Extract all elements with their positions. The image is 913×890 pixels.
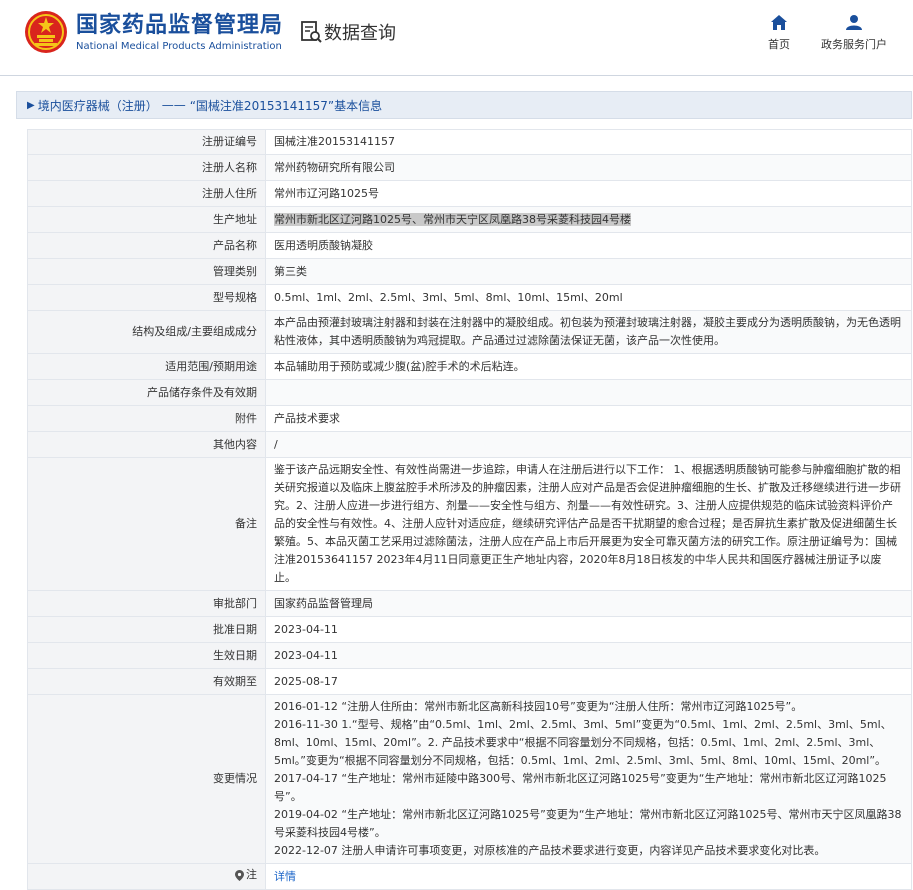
table-row: 附件 产品技术要求 [27, 405, 912, 432]
nav-service-portal[interactable]: 政务服务门户 [818, 15, 890, 52]
note-label-text: 注 [246, 868, 257, 882]
field-value [265, 379, 912, 406]
field-label: 适用范围/预期用途 [27, 353, 266, 380]
table-row: 注 详情 [27, 863, 912, 890]
title-separator: —— [161, 98, 186, 112]
field-label: 批准日期 [27, 616, 266, 643]
nav-home[interactable]: 首页 [764, 15, 794, 52]
field-value: 产品技术要求 [265, 405, 912, 432]
field-value: 本品辅助用于预防或减少腹(盆)腔手术的术后粘连。 [265, 353, 912, 380]
record-title-bar: ▶ 境内医疗器械（注册） —— “国械注准20153141157”基本信息 [16, 91, 912, 119]
field-label: 产品储存条件及有效期 [27, 379, 266, 406]
field-value: 详情 [265, 863, 912, 890]
table-row: 管理类别 第三类 [27, 258, 912, 285]
field-value: 本产品由预灌封玻璃注射器和封装在注射器中的凝胶组成。初包装为预灌封玻璃注射器，凝… [265, 310, 912, 354]
field-label: 管理类别 [27, 258, 266, 285]
nav-home-label: 首页 [768, 38, 790, 51]
change-entry: 2017-04-17 “生产地址：常州市延陵中路300号、常州市新北区辽河路10… [274, 772, 887, 803]
data-query-heading: 数据查询 [300, 19, 396, 45]
table-row: 产品储存条件及有效期 [27, 379, 912, 406]
field-value: 常州市辽河路1025号 [265, 180, 912, 207]
table-row: 有效期至 2025-08-17 [27, 668, 912, 695]
field-value: 鉴于该产品远期安全性、有效性尚需进一步追踪，申请人在注册后进行以下工作： 1、根… [265, 457, 912, 591]
field-value: 常州市新北区辽河路1025号、常州市天宁区凤凰路38号采菱科技园4号楼 [265, 206, 912, 233]
field-value: 第三类 [265, 258, 912, 285]
brand[interactable]: 国家药品监督管理局 National Medical Products Admi… [76, 12, 283, 52]
brand-chinese-name: 国家药品监督管理局 [76, 13, 284, 38]
field-value: 国械注准20153141157 [265, 129, 912, 155]
record-title: “国械注准20153141157”基本信息 [189, 98, 383, 113]
user-icon [846, 15, 862, 30]
table-row: 变更情况 2016-01-12 “注册人住所由：常州市新北区高新科技园10号”变… [27, 694, 912, 864]
field-label: 注册人名称 [27, 154, 266, 181]
data-query-label: 数据查询 [324, 23, 396, 44]
field-value: 2023-04-11 [265, 616, 912, 643]
note-label: 注 [235, 866, 257, 884]
field-label: 附件 [27, 405, 266, 432]
table-row: 注册人名称 常州药物研究所有限公司 [27, 154, 912, 181]
field-value: 国家药品监督管理局 [265, 590, 912, 617]
table-row: 生效日期 2023-04-11 [27, 642, 912, 669]
field-value: / [265, 431, 912, 458]
field-value: 2025-08-17 [265, 668, 912, 695]
field-label: 注 [27, 863, 266, 890]
field-value: 常州药物研究所有限公司 [265, 154, 912, 181]
chevron-right-icon: ▶ [27, 99, 35, 111]
pin-icon [235, 869, 244, 881]
table-row: 审批部门 国家药品监督管理局 [27, 590, 912, 617]
change-entry: 2019-04-02 “生产地址：常州市新北区辽河路1025号”变更为“生产地址… [274, 808, 902, 839]
table-row: 生产地址 常州市新北区辽河路1025号、常州市天宁区凤凰路38号采菱科技园4号楼 [27, 206, 912, 233]
change-history: 2016-01-12 “注册人住所由：常州市新北区高新科技园10号”变更为“注册… [265, 694, 912, 864]
table-row: 结构及组成/主要组成成分 本产品由预灌封玻璃注射器和封装在注射器中的凝胶组成。初… [27, 310, 912, 354]
field-label: 备注 [27, 457, 266, 591]
change-entry: 2022-12-07 注册人申请许可事项变更，对原核准的产品技术要求进行变更，内… [274, 844, 826, 857]
table-row: 注册人住所 常州市辽河路1025号 [27, 180, 912, 207]
field-label: 审批部门 [27, 590, 266, 617]
site-header: 国家药品监督管理局 National Medical Products Admi… [0, 0, 913, 76]
field-label: 有效期至 [27, 668, 266, 695]
table-row: 批准日期 2023-04-11 [27, 616, 912, 643]
device-detail-table: 注册证编号 国械注准20153141157 注册人名称 常州药物研究所有限公司 … [27, 129, 912, 890]
table-row: 其他内容 / [27, 431, 912, 458]
field-value: 医用透明质酸钠凝胶 [265, 232, 912, 259]
change-entry: 2016-01-12 “注册人住所由：常州市新北区高新科技园10号”变更为“注册… [274, 700, 803, 713]
field-label: 注册人住所 [27, 180, 266, 207]
table-row: 型号规格 0.5ml、1ml、2ml、2.5ml、3ml、5ml、8ml、10m… [27, 284, 912, 311]
production-address-highlight: 常州市新北区辽河路1025号、常州市天宁区凤凰路38号采菱科技园4号楼 [274, 212, 631, 226]
field-label: 产品名称 [27, 232, 266, 259]
nav-service-portal-label: 政务服务门户 [821, 38, 887, 51]
breadcrumb-category[interactable]: 境内医疗器械（注册） [38, 97, 158, 114]
field-value: 0.5ml、1ml、2ml、2.5ml、3ml、5ml、8ml、10ml、15m… [265, 284, 912, 311]
document-search-icon [301, 21, 322, 43]
field-label: 其他内容 [27, 431, 266, 458]
field-label: 生效日期 [27, 642, 266, 669]
field-value: 2023-04-11 [265, 642, 912, 669]
field-label: 注册证编号 [27, 129, 266, 155]
home-icon [771, 15, 787, 30]
brand-english-name: National Medical Products Administration [76, 41, 282, 52]
field-label: 生产地址 [27, 206, 266, 233]
table-row: 备注 鉴于该产品远期安全性、有效性尚需进一步追踪，申请人在注册后进行以下工作： … [27, 457, 912, 591]
national-emblem-logo[interactable] [24, 10, 68, 54]
table-row: 产品名称 医用透明质酸钠凝胶 [27, 232, 912, 259]
table-row: 注册证编号 国械注准20153141157 [27, 129, 912, 155]
field-label: 变更情况 [27, 694, 266, 864]
table-row: 适用范围/预期用途 本品辅助用于预防或减少腹(盆)腔手术的术后粘连。 [27, 353, 912, 380]
change-entry: 2016-11-30 1.“型号、规格”由“0.5ml、1ml、2ml、2.5m… [274, 718, 892, 767]
details-link[interactable]: 详情 [274, 870, 296, 883]
field-label: 型号规格 [27, 284, 266, 311]
field-label: 结构及组成/主要组成成分 [27, 310, 266, 354]
